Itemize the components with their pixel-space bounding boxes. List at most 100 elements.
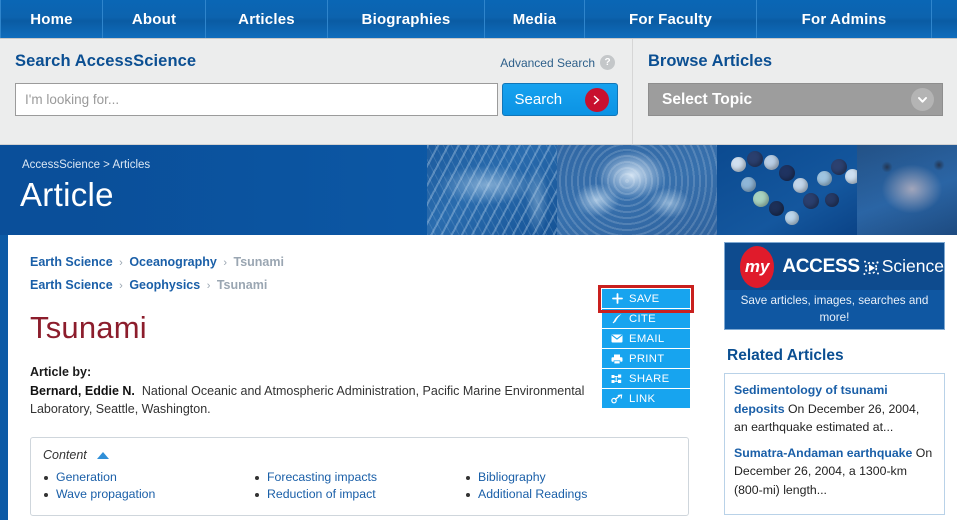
lab-mouse-image xyxy=(857,145,957,235)
help-icon[interactable]: ? xyxy=(600,55,615,70)
crumb-mid-2[interactable]: Geophysics xyxy=(129,278,200,292)
save-button[interactable]: SAVE xyxy=(602,289,690,309)
article-content-column: Earth Science › Oceanography › Tsunami E… xyxy=(8,235,718,520)
list-item: Sedimentology of tsunami deposits On Dec… xyxy=(734,381,935,437)
content-toc-header: Content xyxy=(43,448,676,462)
search-bar-region: Search AccessScience Advanced Search ? S… xyxy=(0,39,957,145)
crumb-root-1[interactable]: Earth Science xyxy=(30,255,113,269)
cite-button[interactable]: CITE xyxy=(602,309,690,329)
search-button[interactable]: Search xyxy=(501,83,618,116)
page-hero-banner: AccessScience > Articles Article xyxy=(0,145,957,235)
article-breadcrumb-row-1: Earth Science › Oceanography › Tsunami xyxy=(30,251,718,274)
share-button[interactable]: SHARE xyxy=(602,369,690,389)
arrow-right-icon xyxy=(585,87,609,112)
author-name: Bernard, Eddie N. xyxy=(30,384,135,398)
search-input[interactable] xyxy=(15,83,498,116)
related-article-link[interactable]: Sumatra-Andaman earthquake xyxy=(734,446,912,460)
page-body: Earth Science › Oceanography › Tsunami E… xyxy=(0,235,957,520)
cite-label: CITE xyxy=(629,312,656,325)
toc-column-3: Bibliography Additional Readings xyxy=(465,469,676,503)
crumb-root-2[interactable]: Earth Science xyxy=(30,278,113,292)
list-item[interactable]: Bibliography xyxy=(465,469,676,486)
page-title: Article xyxy=(20,176,114,213)
select-topic-label: Select Topic xyxy=(662,90,753,108)
crumb-separator: › xyxy=(206,280,211,292)
nav-item-media[interactable]: Media xyxy=(485,0,585,38)
triangle-up-icon[interactable] xyxy=(96,451,109,459)
list-item[interactable]: Forecasting impacts xyxy=(254,469,465,486)
advanced-search-label: Advanced Search xyxy=(500,55,595,70)
browse-heading: Browse Articles xyxy=(648,52,773,70)
nav-item-about[interactable]: About xyxy=(103,0,206,38)
crumb-separator: › xyxy=(119,257,123,269)
search-panel: Search AccessScience Advanced Search ? S… xyxy=(0,39,633,144)
print-label: PRINT xyxy=(629,352,665,365)
nav-label: About xyxy=(131,10,177,28)
browse-panel: Browse Articles Select Topic xyxy=(633,39,957,144)
fossil-image xyxy=(427,145,577,235)
quill-icon xyxy=(611,313,623,324)
crumb-leaf-2: Tsunami xyxy=(216,278,268,292)
nav-item-articles[interactable]: Articles xyxy=(206,0,328,38)
advanced-search-link[interactable]: Advanced Search ? xyxy=(500,55,615,70)
share-label: SHARE xyxy=(629,372,670,385)
printer-icon xyxy=(611,354,623,364)
search-input-row: Search xyxy=(15,83,618,116)
my-accessscience-promo-card[interactable]: my ACCESS Science Save articles, images,… xyxy=(724,242,945,330)
crumb-leaf-1: Tsunami xyxy=(233,255,284,269)
nav-label: For Admins xyxy=(801,10,887,28)
envelope-icon xyxy=(611,334,623,343)
plus-icon xyxy=(611,293,623,304)
content-toc-list: Generation Wave propagation Forecasting … xyxy=(43,469,676,503)
crumb-separator: › xyxy=(119,280,123,292)
nav-label: Articles xyxy=(238,10,295,28)
nav-label: For Faculty xyxy=(628,10,713,28)
search-button-label: Search xyxy=(514,91,563,108)
crumb-separator: › xyxy=(223,257,228,269)
nav-label: Home xyxy=(30,10,73,28)
share-nodes-icon xyxy=(611,374,623,384)
content-toc-box: Content Generation Wave propagation Fore… xyxy=(30,437,689,516)
my-accessscience-logo: my ACCESS Science xyxy=(725,243,944,290)
content-label: Content xyxy=(43,448,87,462)
breadcrumb[interactable]: AccessScience > Articles xyxy=(22,159,150,171)
email-label: EMAIL xyxy=(629,332,665,345)
nav-item-home[interactable]: Home xyxy=(0,0,103,38)
related-articles-heading: Related Articles xyxy=(727,347,844,364)
nav-item-biographies[interactable]: Biographies xyxy=(328,0,485,38)
wordmark-science: Science xyxy=(881,255,944,276)
main-navigation: Home About Articles Biographies Media Fo… xyxy=(0,0,957,39)
link-button[interactable]: LINK xyxy=(602,389,690,409)
list-item[interactable]: Reduction of impact xyxy=(254,486,465,503)
article-action-buttons: SAVE CITE EMAIL PRINT SHARE LINK xyxy=(602,289,690,409)
related-articles-box: Sedimentology of tsunami deposits On Dec… xyxy=(724,373,945,515)
dna-molecule-image xyxy=(717,145,877,235)
chevron-down-icon xyxy=(911,88,934,111)
select-topic-dropdown[interactable]: Select Topic xyxy=(648,83,943,116)
list-item[interactable]: Generation xyxy=(43,469,254,486)
hero-decorative-collage xyxy=(427,145,957,235)
starburst-icon xyxy=(861,258,881,278)
my-badge: my xyxy=(740,245,775,288)
chain-link-icon xyxy=(611,393,623,404)
list-item: Sumatra-Andaman earthquake On December 2… xyxy=(734,444,935,500)
nav-label: Media xyxy=(512,10,557,28)
print-button[interactable]: PRINT xyxy=(602,349,690,369)
nav-item-for-admins[interactable]: For Admins xyxy=(757,0,932,38)
crumb-mid-1[interactable]: Oceanography xyxy=(129,255,217,269)
email-button[interactable]: EMAIL xyxy=(602,329,690,349)
nav-item-for-faculty[interactable]: For Faculty xyxy=(585,0,757,38)
nav-label: Biographies xyxy=(361,10,451,28)
article-byline: Bernard, Eddie N. National Oceanic and A… xyxy=(30,382,590,418)
save-label: SAVE xyxy=(629,292,660,305)
link-label: LINK xyxy=(629,392,656,405)
list-item[interactable]: Wave propagation xyxy=(43,486,254,503)
toc-column-1: Generation Wave propagation xyxy=(43,469,254,503)
wordmark-access: ACCESS xyxy=(782,255,860,277)
right-sidebar: my ACCESS Science Save articles, images,… xyxy=(718,235,957,520)
toc-column-2: Forecasting impacts Reduction of impact xyxy=(254,469,465,503)
coral-image xyxy=(557,145,727,235)
left-edge-rail xyxy=(0,235,8,520)
my-accessscience-caption: Save articles, images, searches and more… xyxy=(725,290,944,329)
list-item[interactable]: Additional Readings xyxy=(465,486,676,503)
